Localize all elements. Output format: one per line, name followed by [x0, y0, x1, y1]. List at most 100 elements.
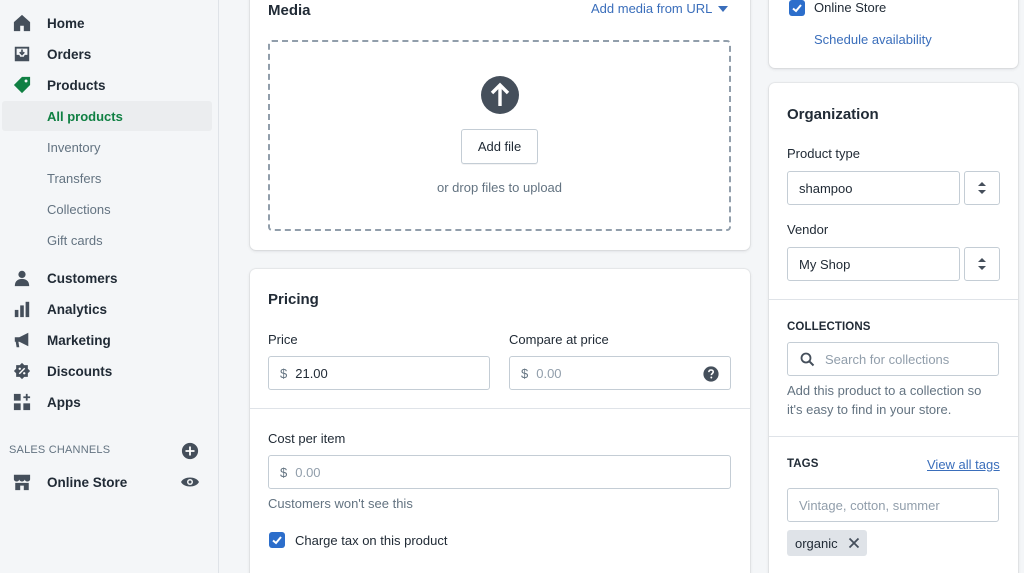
nav-apps-label: Apps — [47, 394, 81, 410]
nav-sub-label: All products — [47, 108, 123, 124]
caret-down-icon — [718, 5, 729, 12]
price-input[interactable]: $ 21.00 — [268, 356, 490, 390]
org-divider — [769, 299, 1018, 300]
help-question-icon[interactable] — [703, 366, 719, 382]
media-title: Media — [268, 2, 311, 19]
home-icon — [12, 13, 32, 33]
collections-heading: COLLECTIONS — [787, 321, 871, 333]
add-channel-button[interactable] — [181, 442, 199, 460]
charge-tax-checkbox[interactable] — [269, 532, 285, 548]
currency-prefix: $ — [521, 365, 529, 381]
nav-analytics-label: Analytics — [47, 301, 108, 317]
collections-search-input[interactable]: Search for collections — [787, 342, 999, 376]
nav-sub-label: Inventory — [47, 139, 101, 155]
collections-help: Add this product to a collection so it's… — [787, 381, 981, 419]
nav-home[interactable]: Home — [0, 8, 212, 38]
nav-marketing[interactable]: Marketing — [0, 325, 212, 355]
nav-sub-label: Transfers — [47, 170, 102, 186]
product-type-selector[interactable] — [964, 171, 1000, 205]
discount-icon — [12, 361, 32, 381]
nav-discounts-label: Discounts — [47, 363, 113, 379]
organization-title: Organization — [787, 106, 879, 123]
compare-price-placeholder: 0.00 — [536, 365, 562, 381]
drop-hint: or drop files to upload — [436, 180, 563, 195]
add-file-button[interactable]: Add file — [461, 129, 538, 164]
nav-products[interactable]: Products — [0, 70, 212, 100]
vendor-value: My Shop — [799, 256, 851, 272]
search-icon — [800, 352, 815, 366]
cost-help: Customers won't see this — [268, 496, 413, 511]
product-type-input[interactable]: shampoo — [787, 171, 960, 205]
availability-card: Online Store Schedule availability — [769, 0, 1018, 68]
collections-help-line: it's easy to find in your store. — [787, 402, 952, 417]
nav-marketing-label: Marketing — [47, 332, 111, 348]
currency-prefix: $ — [280, 464, 288, 480]
nav-orders[interactable]: Orders — [0, 39, 212, 69]
collections-placeholder: Search for collections — [825, 351, 950, 367]
compare-price-input[interactable]: $ 0.00 — [509, 356, 731, 390]
price-value: 21.00 — [295, 365, 328, 381]
upload-arrow-icon — [481, 76, 519, 114]
nav-sub-label: Gift cards — [47, 232, 103, 248]
view-store-button[interactable] — [180, 473, 200, 491]
pricing-card: Pricing Price $ 21.00 Compare at price $… — [250, 269, 750, 573]
apps-icon — [12, 392, 32, 412]
schedule-availability-link[interactable]: Schedule availability — [814, 32, 932, 47]
sidebar: Home Orders Products All products Invent… — [0, 0, 219, 573]
nav-analytics[interactable]: Analytics — [0, 294, 212, 324]
vendor-input[interactable]: My Shop — [787, 247, 960, 281]
product-type-value: shampoo — [799, 180, 853, 196]
online-store-checkbox[interactable] — [789, 0, 805, 16]
plus-circle-icon — [181, 442, 199, 460]
tags-input[interactable]: Vintage, cotton, summer — [787, 488, 999, 522]
store-icon — [12, 472, 32, 492]
tags-heading: TAGS — [787, 458, 819, 470]
nav-orders-label: Orders — [47, 46, 92, 62]
collections-help-line: Add this product to a collection so — [787, 383, 982, 398]
nav-customers-label: Customers — [47, 270, 118, 286]
nav-sub-gift-cards[interactable]: Gift cards — [2, 225, 212, 255]
pricing-title: Pricing — [268, 291, 319, 308]
nav-sub-label: Collections — [47, 201, 111, 217]
tag-chip-label: organic — [795, 535, 838, 551]
bar-chart-icon — [12, 299, 32, 319]
nav-discounts[interactable]: Discounts — [0, 356, 212, 386]
select-arrows-icon — [978, 258, 986, 270]
media-card: Media Add media from URL Add file or dro… — [250, 0, 750, 250]
check-icon — [272, 536, 282, 545]
pricing-divider — [250, 408, 750, 409]
tags-placeholder: Vintage, cotton, summer — [799, 497, 940, 513]
nav-home-label: Home — [47, 15, 85, 31]
compare-price-label: Compare at price — [509, 332, 609, 347]
tag-chip: organic — [787, 530, 867, 556]
view-all-tags-link[interactable]: View all tags — [927, 457, 1000, 472]
check-icon — [792, 4, 802, 13]
tag-icon — [12, 75, 32, 95]
nav-sub-collections[interactable]: Collections — [2, 194, 212, 224]
select-arrows-icon — [978, 182, 986, 194]
megaphone-icon — [12, 330, 32, 350]
nav-sub-all-products[interactable]: All products — [2, 101, 212, 131]
add-media-url-link[interactable]: Add media from URL — [591, 1, 729, 16]
close-icon[interactable] — [848, 537, 860, 549]
media-dropzone[interactable]: Add file or drop files to upload — [268, 40, 731, 231]
price-label: Price — [268, 332, 298, 347]
vendor-label: Vendor — [787, 222, 829, 237]
nav-products-label: Products — [47, 77, 106, 93]
organization-card: Organization Product type shampoo Vendor… — [769, 83, 1018, 573]
cost-placeholder: 0.00 — [295, 464, 321, 480]
nav-sub-inventory[interactable]: Inventory — [2, 132, 212, 162]
nav-sub-transfers[interactable]: Transfers — [2, 163, 212, 193]
cost-input[interactable]: $ 0.00 — [268, 455, 731, 489]
currency-prefix: $ — [280, 365, 288, 381]
nav-apps[interactable]: Apps — [0, 387, 212, 417]
nav-customers[interactable]: Customers — [0, 263, 212, 293]
nav-online-store-label: Online Store — [47, 474, 128, 490]
eye-icon — [181, 477, 199, 487]
vendor-selector[interactable] — [964, 247, 1000, 281]
add-media-url-label: Add media from URL — [591, 1, 713, 16]
orders-icon — [12, 44, 32, 64]
product-type-label: Product type — [787, 146, 860, 161]
cost-label: Cost per item — [268, 431, 346, 446]
person-icon — [12, 268, 32, 288]
